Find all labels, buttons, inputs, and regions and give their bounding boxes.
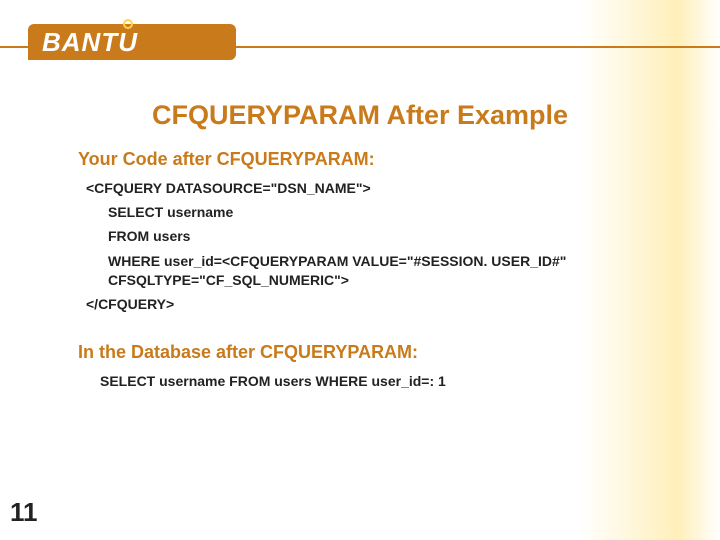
logo-text-part2: U	[118, 27, 138, 57]
code-where-line1: WHERE user_id=<CFQUERYPARAM VALUE="#SESS…	[108, 253, 566, 269]
code-from: FROM users	[108, 228, 660, 244]
code-cfquery-open: <CFQUERY DATASOURCE="DSN_NAME">	[86, 180, 660, 196]
code-db-result: SELECT username FROM users WHERE user_id…	[100, 373, 660, 389]
logo-text: BANTU	[42, 29, 138, 55]
section2-heading: In the Database after CFQUERYPARAM:	[78, 342, 660, 363]
code-where-line2: CFSQLTYPE="CF_SQL_NUMERIC">	[108, 272, 349, 288]
slide-title: CFQUERYPARAM After Example	[0, 100, 720, 131]
code-where: WHERE user_id=<CFQUERYPARAM VALUE="#SESS…	[108, 252, 660, 290]
logo-dot-icon	[123, 19, 133, 29]
content: Your Code after CFQUERYPARAM: <CFQUERY D…	[0, 149, 720, 389]
page-number: 11	[10, 497, 38, 528]
header: BANTU	[0, 0, 720, 60]
section1-heading: Your Code after CFQUERYPARAM:	[78, 149, 660, 170]
logo: BANTU	[28, 24, 236, 60]
logo-text-part1: BANT	[42, 29, 118, 55]
code-select: SELECT username	[108, 204, 660, 220]
code-cfquery-close: </CFQUERY>	[86, 296, 660, 312]
